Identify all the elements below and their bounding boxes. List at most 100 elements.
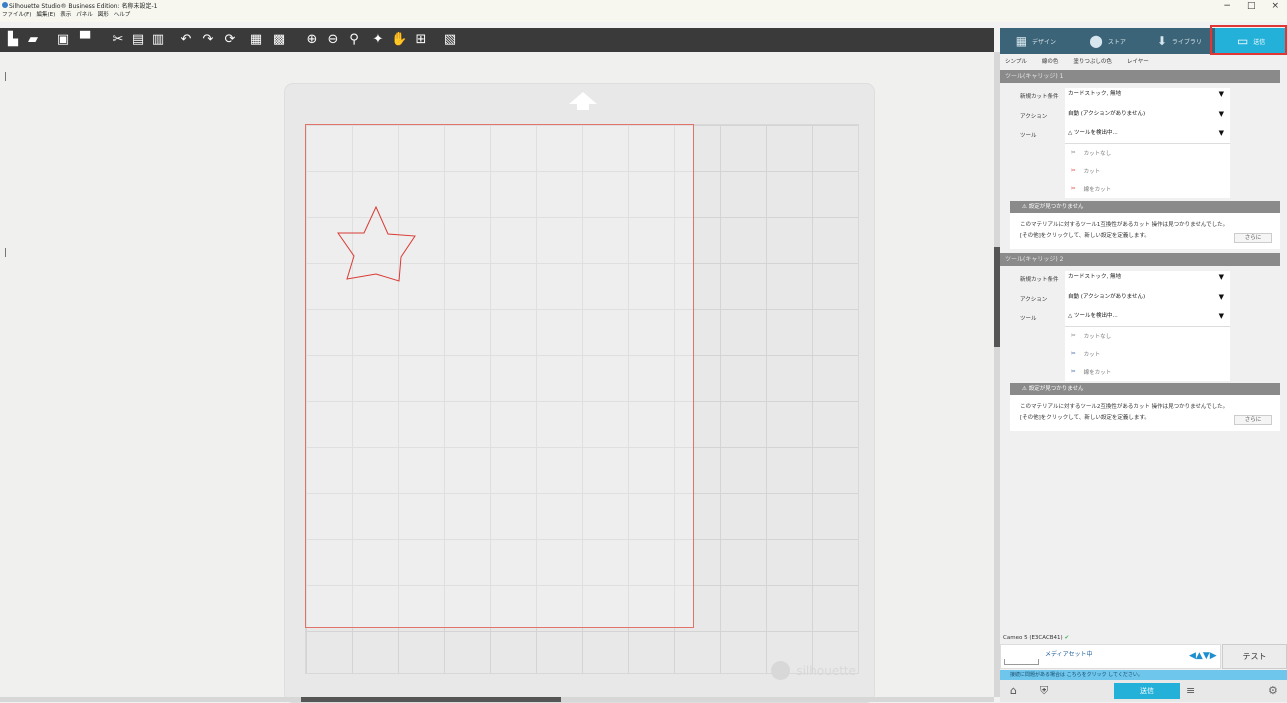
tab-store[interactable]: ⬤ ストア	[1072, 28, 1144, 54]
menu-panel[interactable]: パネル	[76, 10, 93, 18]
gear-icon[interactable]: ⚙	[1268, 684, 1278, 697]
test-button[interactable]: テスト	[1222, 644, 1287, 669]
material-value: カードストック, 無地	[1068, 91, 1121, 97]
send-button[interactable]: 送信	[1114, 683, 1180, 699]
warning-title: 設定が見つかりません	[1028, 204, 1084, 210]
open-folder-icon[interactable]: ▰	[25, 32, 41, 48]
cutting-mat: silhouette	[284, 83, 875, 703]
send-tab-highlight	[1210, 25, 1287, 55]
feed-arrow-stem	[577, 103, 589, 110]
zoom-select-icon[interactable]: ⚲	[346, 32, 362, 48]
action-select[interactable]: 自動 (アクションがありません) ▼	[1068, 105, 1228, 123]
tool-select[interactable]: △ ツールを検出中... ▼	[1068, 124, 1228, 142]
material-value: カードストック, 無地	[1068, 274, 1121, 280]
machine-icon[interactable]: ⌂	[1010, 684, 1017, 697]
tool-select[interactable]: △ ツールを検出中... ▼	[1068, 307, 1228, 325]
settings-hat-icon[interactable]: ⛨	[1040, 684, 1048, 698]
deselect-icon[interactable]: ▩	[271, 32, 287, 48]
cut-icon[interactable]: ✂	[110, 32, 126, 48]
connection-help-link[interactable]: 接続に問題がある場合は こちらをクリック してください。	[1000, 670, 1287, 680]
menu-view[interactable]: 表示	[60, 10, 71, 18]
tool-value: ツールを検出中...	[1073, 313, 1118, 319]
cut-red-icon: ✂	[1071, 168, 1076, 174]
field-label: 新規カット条件	[1020, 277, 1059, 283]
minimize-button[interactable]: −	[1223, 1, 1231, 11]
select-icon[interactable]: ▦	[248, 32, 264, 48]
subtab-simple[interactable]: シンプル	[1005, 57, 1027, 65]
section1-warning-header: ⚠ 設定が見つかりません	[1010, 201, 1280, 213]
material-select[interactable]: カードストック, 無地 ▼	[1068, 85, 1228, 103]
list-icon[interactable]: ≡	[1186, 684, 1195, 697]
menu-help[interactable]: ヘルプ	[114, 10, 131, 18]
material-select[interactable]: カードストック, 無地 ▼	[1068, 268, 1228, 286]
more-button[interactable]: さらに	[1234, 415, 1272, 425]
tool-carriage-1-header[interactable]: ツール(キャリッジ) 1	[1000, 70, 1280, 83]
action-line-cut[interactable]: ✂ 線をカット	[1065, 180, 1230, 198]
tab-library[interactable]: ⬇ ライブラリ	[1144, 28, 1216, 54]
design-grid-icon: ▦	[1015, 34, 1028, 48]
pattern-icon[interactable]: ▧	[442, 32, 458, 48]
new-file-icon[interactable]: ▙	[5, 32, 21, 48]
action-line-cut[interactable]: ✂ 線をカット	[1065, 363, 1230, 381]
close-button[interactable]: ×	[1271, 1, 1279, 11]
pan-icon[interactable]: ✋	[391, 32, 407, 48]
media-status: メディアセット中	[1045, 651, 1093, 658]
subtab-layer[interactable]: レイヤー	[1127, 57, 1149, 65]
section1-actions: ✂ カットなし ✂ カット ✂ 線をカット	[1065, 143, 1230, 198]
tab-store-label: ストア	[1107, 38, 1126, 46]
more-button[interactable]: さらに	[1234, 233, 1272, 243]
copy-icon[interactable]: ▤	[130, 32, 146, 48]
horizontal-scroll-thumb[interactable]	[301, 697, 561, 702]
action-select[interactable]: 自動 (アクションがありません) ▼	[1068, 288, 1228, 306]
menu-edit[interactable]: 編集(E)	[36, 10, 55, 18]
menu-file[interactable]: ファイル(F)	[2, 10, 31, 18]
move-arrows-icon[interactable]: ◀▲▼▶	[1189, 651, 1217, 661]
action-no-cut[interactable]: ✂ カットなし	[1065, 144, 1230, 162]
action-no-cut[interactable]: ✂ カットなし	[1065, 327, 1230, 345]
tool-carriage-2-header[interactable]: ツール(キャリッジ) 2	[1000, 253, 1280, 266]
zoom-in-icon[interactable]: ⊕	[304, 32, 320, 48]
menu-shape[interactable]: 図形	[98, 10, 109, 18]
star-shape[interactable]	[337, 205, 417, 283]
library-down-icon: ⬇	[1156, 34, 1167, 48]
tool-value: ツールを検出中...	[1073, 130, 1118, 136]
section2-warning-body: このマテリアルに対するツール2互換性があるカット 操作は見つかりませんでした。 …	[1010, 395, 1280, 431]
action-label: カット	[1083, 352, 1101, 358]
action-label: カットなし	[1083, 334, 1112, 340]
line-cut-red-icon: ✂	[1071, 186, 1076, 192]
warning-line: このマテリアルに対するツール2互換性があるカット 操作は見つかりませんでした。	[1020, 404, 1229, 410]
field-label: 新規カット条件	[1020, 94, 1059, 100]
subtab-fill-color[interactable]: 塗りつぶしの色	[1073, 57, 1112, 65]
maximize-button[interactable]: □	[1247, 1, 1256, 11]
print-icon[interactable]: ▀	[77, 32, 93, 48]
no-cut-icon: ✂	[1071, 333, 1076, 339]
cut-blue-icon: ✂	[1071, 351, 1076, 357]
subtab-line-color[interactable]: 線の色	[1042, 57, 1059, 65]
machine-name-text: Cameo 5 (E3CACB41)	[1003, 635, 1063, 641]
move-icon[interactable]: ✦	[370, 32, 386, 48]
chevron-down-icon: ▼	[1218, 273, 1224, 281]
media-status-box: メディアセット中 ◀▲▼▶	[1000, 644, 1221, 669]
warning-title: 設定が見つかりません	[1028, 386, 1084, 392]
fit-icon[interactable]: ⊞	[413, 32, 429, 48]
window-controls: − □ ×	[1223, 1, 1279, 11]
save-icon[interactable]: ▣	[55, 32, 71, 48]
send-subtabs: シンプル 線の色 塗りつぶしの色 レイヤー	[1000, 54, 1287, 67]
action-cut[interactable]: ✂ カット	[1065, 162, 1230, 180]
action-value: 自動 (アクションがありません)	[1068, 111, 1146, 117]
app-logo-icon	[2, 2, 8, 8]
paste-icon[interactable]: ▥	[150, 32, 166, 48]
chevron-down-icon: ▼	[1218, 293, 1224, 301]
refresh-icon[interactable]: ⟳	[222, 32, 238, 48]
zoom-out-icon[interactable]: ⊖	[325, 32, 341, 48]
redo-icon[interactable]: ↷	[200, 32, 216, 48]
chevron-down-icon: ▼	[1218, 90, 1224, 98]
action-cut[interactable]: ✂ カット	[1065, 345, 1230, 363]
media-icon	[1004, 659, 1039, 665]
main-toolbar: ▙ ▰ ▣ ▀ ✂ ▤ ▥ ↶ ↷ ⟳ ▦ ▩ ⊕ ⊖ ⚲ ✦ ✋ ⊞ ▧	[0, 28, 994, 52]
undo-icon[interactable]: ↶	[178, 32, 194, 48]
device-status-area: Cameo 5 (E3CACB41) ✔ メディアセット中 ◀▲▼▶ テスト 接…	[1000, 632, 1287, 702]
tab-design[interactable]: ▦ デザイン	[1000, 28, 1072, 54]
canvas-workspace[interactable]: silhouette	[0, 52, 994, 703]
action-label: カットなし	[1083, 151, 1112, 157]
